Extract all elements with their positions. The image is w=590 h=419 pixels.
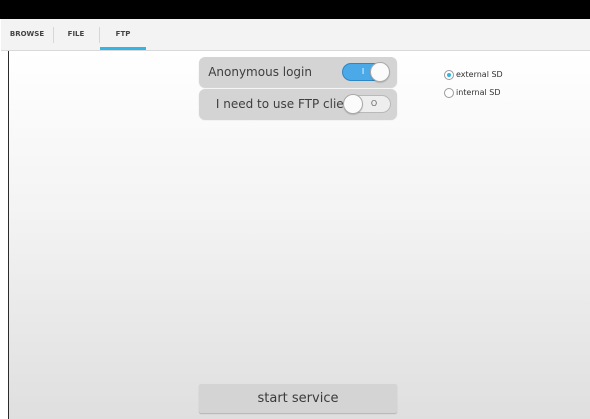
radio-button-selected[interactable] xyxy=(444,70,454,80)
radio-button[interactable] xyxy=(444,88,454,98)
tab-browse-label: BROWSE xyxy=(9,30,45,38)
tab-browse[interactable]: BROWSE xyxy=(5,19,49,50)
status-bar xyxy=(0,0,590,19)
ftp-client-label: I need to use FTP client xyxy=(215,97,356,111)
tab-selected-indicator xyxy=(100,47,146,50)
tab-ftp-label: FTP xyxy=(115,30,131,38)
tab-file-label: FILE xyxy=(67,30,85,38)
switch-knob xyxy=(343,94,363,114)
radio-internal-sd-label: internal SD xyxy=(456,88,501,97)
tab-file[interactable]: FILE xyxy=(57,19,95,50)
start-service-button[interactable]: start service xyxy=(199,384,397,413)
start-service-label: start service xyxy=(257,391,339,406)
ftp-client-switch[interactable]: O xyxy=(343,94,391,114)
tab-bar: BROWSE FILE FTP xyxy=(1,19,590,51)
anonymous-login-switch[interactable]: I xyxy=(342,62,390,82)
radio-external-sd-label: external SD xyxy=(456,70,503,79)
switch-knob xyxy=(370,62,390,82)
switch-off-mark: O xyxy=(370,99,378,108)
switch-on-mark: I xyxy=(361,67,365,76)
tab-ftp[interactable]: FTP xyxy=(100,19,146,50)
radio-dot xyxy=(447,73,451,77)
anonymous-login-label: Anonymous login xyxy=(208,65,312,79)
tab-divider xyxy=(53,27,54,43)
ftp-client-row: I need to use FTP client O xyxy=(199,89,397,119)
anonymous-login-row: Anonymous login I xyxy=(199,57,397,87)
